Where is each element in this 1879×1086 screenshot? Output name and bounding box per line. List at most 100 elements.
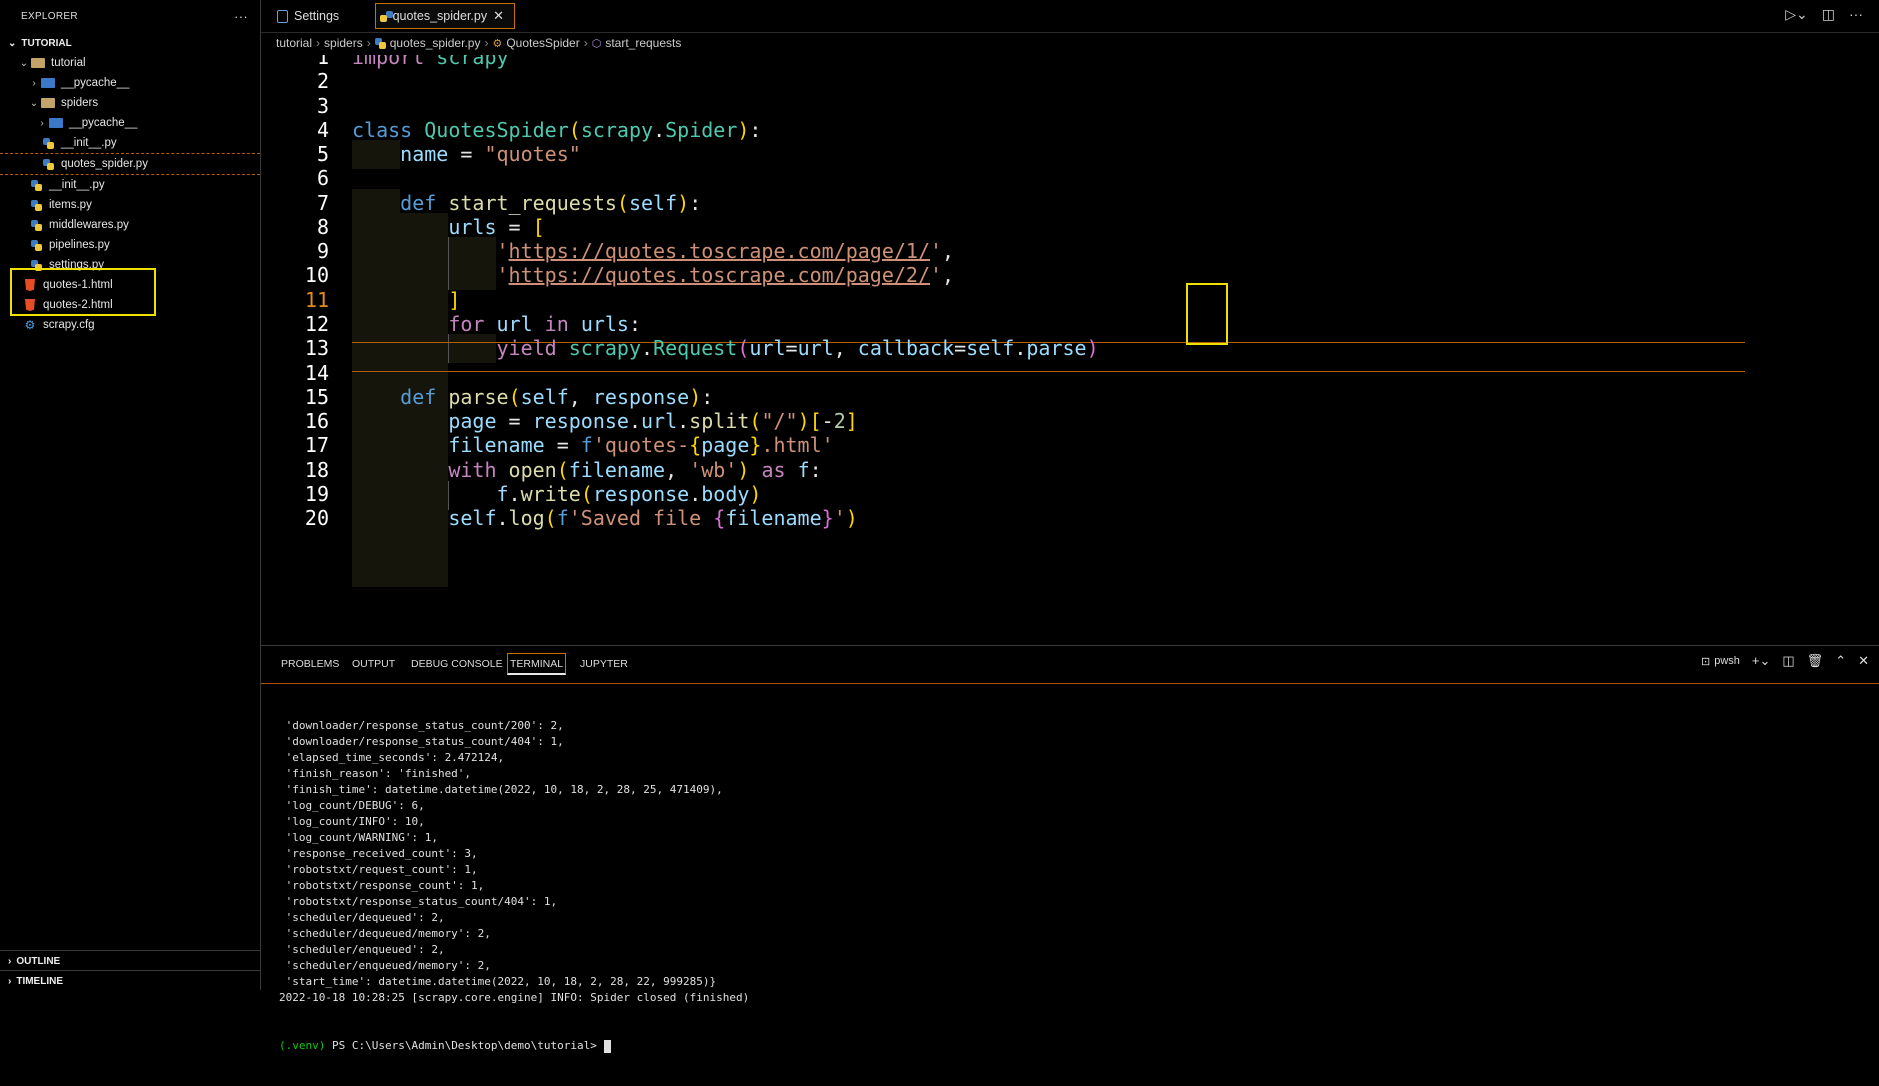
tab-problems[interactable]: PROBLEMS bbox=[279, 653, 341, 675]
explorer-title: EXPLORER bbox=[21, 10, 78, 22]
terminal-line: 'start_time': datetime.datetime(2022, 10… bbox=[279, 975, 717, 988]
venv-indicator: (.venv) bbox=[279, 1039, 326, 1052]
tree-item-label: middlewares.py bbox=[49, 219, 129, 231]
tree-item[interactable]: middlewares.py bbox=[0, 215, 260, 235]
chevron-right-icon: › bbox=[8, 955, 12, 967]
chevron-right-icon: › bbox=[32, 77, 36, 89]
timeline-section-header[interactable]: › TIMELINE bbox=[0, 970, 268, 991]
maximize-panel-icon[interactable]: ⌃ bbox=[1835, 653, 1846, 669]
outline-label: OUTLINE bbox=[16, 955, 61, 967]
tab-label: quotes_spider.py bbox=[392, 9, 488, 23]
tree-item-label: spiders bbox=[61, 97, 99, 109]
tree-item[interactable]: pipelines.py bbox=[0, 235, 260, 255]
tree-item[interactable]: quotes_spider.py bbox=[0, 153, 260, 175]
breadcrumb-item[interactable]: QuotesSpider bbox=[506, 36, 579, 50]
tab-debug-console[interactable]: DEBUG CONSOLE bbox=[409, 653, 505, 675]
python-icon bbox=[28, 179, 44, 191]
tree-item[interactable]: › __pycache__ bbox=[0, 73, 260, 93]
terminal-line: 'scheduler/enqueued/memory': 2, bbox=[279, 959, 491, 972]
tree-item[interactable]: ⌄ tutorial bbox=[0, 53, 260, 73]
tree-item-label: __pycache__ bbox=[69, 117, 138, 129]
tree-item-label: __init__.py bbox=[49, 179, 105, 191]
chevron-right-icon: › bbox=[484, 36, 489, 50]
explorer-header: EXPLORER ··· bbox=[0, 0, 260, 32]
terminal-line: 'robotstxt/response_count': 1, bbox=[279, 879, 485, 892]
tree-item[interactable]: › __pycache__ bbox=[0, 113, 260, 133]
run-icon[interactable]: ▷⌄ bbox=[1785, 6, 1808, 23]
terminal-line: 'downloader/response_status_count/200': … bbox=[279, 719, 564, 732]
close-panel-icon[interactable]: ✕ bbox=[1858, 653, 1869, 669]
terminal-line: 'robotstxt/request_count': 1, bbox=[279, 863, 478, 876]
folder-icon bbox=[40, 98, 56, 108]
code-line-1: import scrapy bbox=[352, 55, 509, 69]
terminal-cursor bbox=[603, 1039, 611, 1053]
tree-item-label: quotes_spider.py bbox=[61, 158, 148, 170]
annotation-highlight-box bbox=[1186, 283, 1228, 345]
workspace-section-header[interactable]: ⌄ TUTORIAL bbox=[0, 33, 260, 53]
panel-tab-bar: PROBLEMS OUTPUT DEBUG CONSOLE TERMINAL J… bbox=[261, 646, 1879, 680]
tree-item[interactable]: __init__.py bbox=[0, 133, 260, 153]
chevron-down-icon: ⌄ bbox=[29, 97, 39, 109]
tab-settings[interactable]: Settings bbox=[267, 3, 379, 29]
timeline-label: TIMELINE bbox=[16, 975, 64, 987]
folder-icon bbox=[30, 58, 46, 68]
tab-output[interactable]: OUTPUT bbox=[350, 653, 397, 675]
tree-item-label: tutorial bbox=[51, 57, 86, 69]
chevron-right-icon: › bbox=[316, 36, 321, 50]
tab-quotes-spider[interactable]: quotes_spider.py ✕ bbox=[375, 3, 515, 29]
tree-item[interactable]: __init__.py bbox=[0, 175, 260, 195]
terminal-line: 'finish_time': datetime.datetime(2022, 1… bbox=[279, 783, 723, 796]
tab-jupyter[interactable]: JUPYTER bbox=[578, 653, 630, 675]
panel-divider bbox=[261, 683, 1879, 684]
split-terminal-icon[interactable]: ◫ bbox=[1782, 653, 1794, 669]
folder-icon bbox=[48, 118, 64, 128]
tab-terminal[interactable]: TERMINAL bbox=[507, 653, 567, 675]
tree-item[interactable]: ⌄ spiders bbox=[0, 93, 260, 113]
class-symbol-icon: ⚙ bbox=[492, 37, 503, 50]
tree-item-label: items.py bbox=[49, 199, 92, 211]
breadcrumb-item[interactable]: start_requests bbox=[605, 36, 681, 50]
new-terminal-icon[interactable]: +⌄ bbox=[1752, 653, 1770, 669]
terminal-line: 'elapsed_time_seconds': 2.472124, bbox=[279, 751, 505, 764]
terminal-output[interactable]: 'downloader/response_status_count/200': … bbox=[279, 686, 749, 1086]
tree-item-label: __init__.py bbox=[61, 137, 117, 149]
terminal-profile[interactable]: ⊡ pwsh bbox=[1701, 655, 1740, 668]
explorer-sidebar: EXPLORER ··· ⌄ TUTORIAL ⌄ tutorial › __pyca… bbox=[0, 0, 268, 990]
code-line-13: yield scrapy.Request(url=url, callback=s… bbox=[496, 336, 1099, 360]
method-symbol-icon: ⬡ bbox=[591, 37, 602, 50]
settings-file-icon bbox=[277, 9, 288, 23]
chevron-down-icon: ⌄ bbox=[8, 37, 17, 49]
outline-section-header[interactable]: › OUTLINE bbox=[0, 950, 268, 971]
terminal-line: 'robotstxt/response_status_count/404': 1… bbox=[279, 895, 558, 908]
workspace-name: TUTORIAL bbox=[21, 37, 72, 49]
terminal-line: 'response_received_count': 3, bbox=[279, 847, 478, 860]
chevron-right-icon: › bbox=[40, 117, 44, 129]
more-actions-icon[interactable]: ··· bbox=[1849, 6, 1863, 23]
python-icon bbox=[28, 219, 44, 231]
terminal-line: 'log_count/WARNING': 1, bbox=[279, 831, 438, 844]
terminal-line: 2022-10-18 10:28:25 [scrapy.core.engine]… bbox=[279, 991, 750, 1004]
code-editor[interactable]: 1 2 3 4 5 6 7 8 9 10 11 12 13 14 15 16 17 18 19 20 import s… bbox=[261, 55, 1879, 645]
tree-item-label: __pycache__ bbox=[61, 77, 130, 89]
terminal-line: 'finish_reason': 'finished', bbox=[279, 767, 472, 780]
split-editor-icon[interactable]: ◫ bbox=[1822, 6, 1835, 23]
tree-item[interactable]: ⚙ scrapy.cfg bbox=[0, 315, 260, 335]
chevron-right-icon: › bbox=[8, 975, 12, 987]
breadcrumb-item[interactable]: spiders bbox=[324, 36, 363, 50]
chevron-right-icon: › bbox=[583, 36, 588, 50]
tree-item[interactable]: items.py bbox=[0, 195, 260, 215]
python-icon bbox=[374, 37, 386, 49]
python-icon bbox=[40, 137, 56, 149]
tab-label: Settings bbox=[294, 9, 340, 23]
breadcrumb-item[interactable]: quotes_spider.py bbox=[390, 36, 481, 50]
annotation-highlight-box bbox=[10, 268, 156, 316]
breadcrumb-item[interactable]: tutorial bbox=[276, 36, 312, 50]
line-number: 20 bbox=[304, 506, 329, 530]
more-actions-icon[interactable]: ··· bbox=[234, 9, 248, 24]
tree-item-label: pipelines.py bbox=[49, 239, 110, 251]
terminal-line: 'downloader/response_status_count/404': … bbox=[279, 735, 564, 748]
trash-icon[interactable]: 🗑 bbox=[1807, 653, 1824, 669]
terminal-prompt-line: (.venv) PS C:\Users\Admin\Desktop\demo\t… bbox=[279, 1038, 749, 1054]
terminal-lines: 'downloader/response_status_count/200': … bbox=[279, 718, 749, 1006]
close-icon[interactable]: ✕ bbox=[493, 8, 504, 24]
